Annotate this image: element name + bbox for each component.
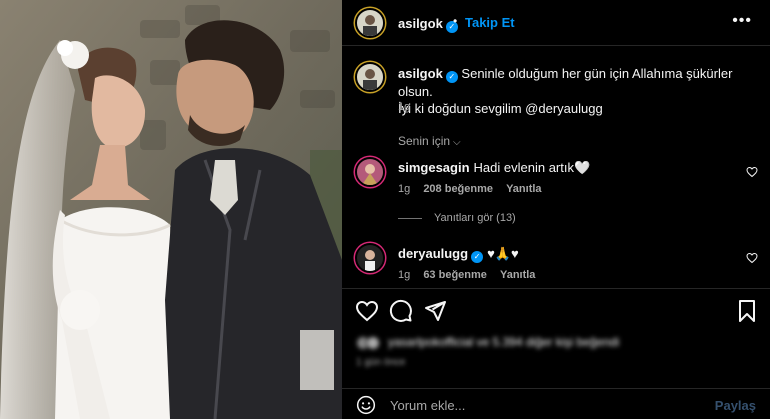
bookmark-icon[interactable]: [735, 299, 759, 323]
more-options-icon[interactable]: •••: [732, 12, 752, 30]
comment-timestamp: 1g: [398, 183, 411, 195]
chevron-down-icon: ⌵: [453, 137, 461, 148]
comment-composer: Paylaş: [342, 388, 770, 419]
comment-likes-count[interactable]: 63 beğenme: [423, 269, 487, 281]
verified-badge-icon: ✓: [445, 71, 458, 83]
replies-divider: [398, 217, 422, 219]
verified-badge-icon: ✓: [471, 251, 484, 263]
post-caption: asilgok ✓ Seninle olduğum her gün için Al…: [398, 65, 758, 117]
comment-username[interactable]: simgesagin: [398, 160, 470, 175]
view-replies-label: Yanıtları gör (13): [434, 212, 516, 224]
post-photo[interactable]: [0, 0, 342, 419]
author-avatar[interactable]: [355, 8, 385, 38]
comment-input[interactable]: [390, 396, 690, 414]
comment-filter-dropdown[interactable]: Senin için ⌵: [398, 134, 461, 148]
reply-button[interactable]: Yanıtla: [506, 183, 541, 195]
paper-plane-icon[interactable]: [423, 299, 447, 323]
comment-item: simgesagin Hadi evlenin artık🤍: [398, 160, 590, 176]
reply-button[interactable]: Yanıtla: [500, 269, 535, 281]
comment-icon[interactable]: [389, 299, 413, 323]
smiley-icon[interactable]: [356, 395, 376, 415]
commenter-avatar[interactable]: [355, 157, 385, 187]
comment-timestamp: 1g: [398, 269, 411, 281]
caption-username[interactable]: asilgok: [398, 66, 443, 81]
comment-text: Hadi evlenin artık🤍: [473, 160, 591, 175]
actions-divider: [342, 288, 770, 289]
likes-summary-blurred: yasarlpokofficial ve 5.394 diğer kişi be…: [356, 335, 619, 350]
view-replies-button[interactable]: Yanıtları gör (13): [398, 212, 516, 224]
comment-meta: 1g 208 beğenme Yanıtla: [398, 183, 552, 195]
commenter-avatar[interactable]: [355, 243, 385, 273]
caption-author-avatar[interactable]: [355, 62, 385, 92]
separator-dot: •: [453, 14, 458, 28]
comment-heart-icon[interactable]: [746, 252, 758, 264]
follow-button[interactable]: Takip Et: [465, 15, 515, 30]
likes-text: yasarlpokofficial ve 5.394 diğer kişi be…: [388, 335, 620, 349]
caption-timestamp: 1g: [398, 101, 411, 113]
comment-text: ♥🙏♥: [487, 246, 519, 261]
comment-item: deryaulugg ✓ ♥🙏♥: [398, 246, 519, 263]
comment-heart-icon[interactable]: [746, 166, 758, 178]
post-time-blurred: 1 gün önce: [356, 357, 406, 368]
post-header: asilgok ✓ • Takip Et •••: [342, 0, 770, 46]
liker-avatar: [366, 335, 380, 350]
comment-likes-count[interactable]: 208 beğenme: [423, 183, 493, 195]
couple-photo-illustration: [0, 0, 342, 419]
comment-meta: 1g 63 beğenme Yanıtla: [398, 269, 545, 281]
comment-username[interactable]: deryaulugg: [398, 246, 468, 261]
username-text[interactable]: asilgok: [398, 16, 443, 31]
post-comment-button[interactable]: Paylaş: [715, 398, 756, 413]
caption-text-line2: İyi ki doğdun sevgilim @deryaulugg: [398, 101, 603, 116]
filter-label: Senin için: [398, 134, 451, 148]
author-username-header[interactable]: asilgok ✓: [398, 15, 458, 33]
heart-icon[interactable]: [355, 299, 379, 323]
post-panel: asilgok ✓ • Takip Et ••• asilgok ✓ Seninle…: [342, 0, 770, 419]
